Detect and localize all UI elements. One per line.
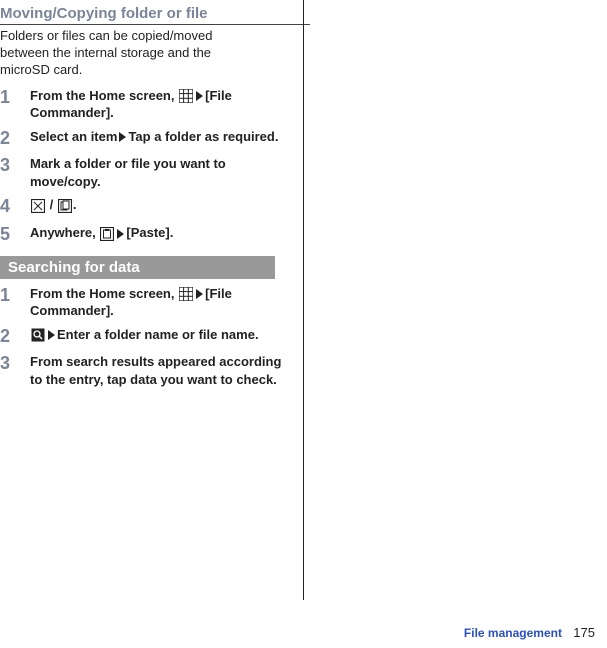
paste-icon [100, 227, 114, 241]
step-post: Tap a folder as required. [128, 129, 278, 144]
step-num: 3 [0, 155, 30, 177]
step-2-1: 1 From the Home screen, [File Commander]… [0, 285, 290, 320]
step-pre: From the Home screen, [30, 286, 178, 301]
triangle-icon [119, 132, 126, 142]
step-1-5: 5 Anywhere, [Paste]. [0, 224, 290, 246]
step-post: Enter a folder name or file name. [57, 327, 259, 342]
footer-category: File management [464, 626, 562, 640]
step-2-2: 2 Enter a folder name or file name. [0, 326, 290, 348]
copy-icon [58, 199, 72, 213]
apps-icon [179, 287, 193, 301]
step-2-3: 3 From search results appeared according… [0, 353, 290, 388]
apps-icon [179, 89, 193, 103]
step-num: 4 [0, 196, 30, 218]
step-1-3: 3 Mark a folder or file you want to move… [0, 155, 290, 190]
step-num: 1 [0, 285, 30, 307]
step-1-1: 1 From the Home screen, [File Commander]… [0, 87, 290, 122]
step-post: [Paste]. [126, 225, 173, 240]
step-1-2: 2 Select an item Tap a folder as required… [0, 128, 290, 150]
step-pre: From the Home screen, [30, 88, 178, 103]
intro-text: Folders or files can be copied/moved bet… [0, 28, 260, 79]
footer: File management 175 [464, 625, 595, 640]
search-icon [31, 328, 45, 342]
step-text: From search results appeared according t… [30, 353, 290, 388]
step-pre: Anywhere, [30, 225, 99, 240]
step-num: 1 [0, 87, 30, 109]
section-title-moving: Moving/Copying folder or file [0, 5, 310, 25]
step-1-4: 4 / . [0, 196, 290, 218]
step-num: 2 [0, 128, 30, 150]
section-banner-searching: Searching for data [0, 256, 275, 279]
step-pre: Select an item [30, 129, 117, 144]
column-divider [303, 0, 304, 600]
triangle-icon [196, 289, 203, 299]
triangle-icon [48, 330, 55, 340]
step-num: 5 [0, 224, 30, 246]
triangle-icon [196, 91, 203, 101]
footer-page: 175 [573, 625, 595, 640]
cut-icon [31, 199, 45, 213]
step-num: 2 [0, 326, 30, 348]
triangle-icon [117, 229, 124, 239]
step-post: . [73, 197, 77, 212]
step-num: 3 [0, 353, 30, 375]
step-text: Mark a folder or file you want to move/c… [30, 155, 290, 190]
